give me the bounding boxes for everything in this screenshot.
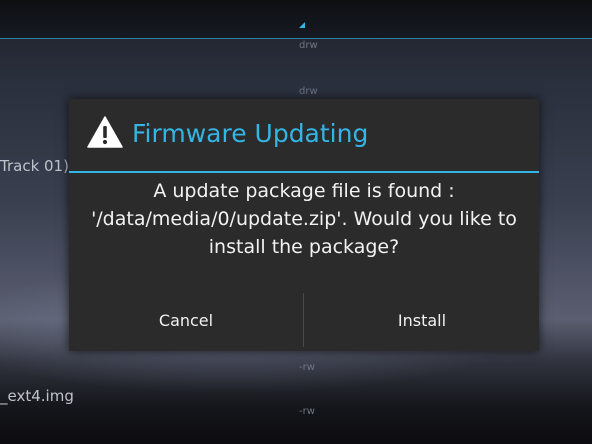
dialog-title: Firmware Updating: [132, 119, 369, 148]
cancel-button[interactable]: Cancel: [69, 289, 303, 351]
dialog-button-bar: Cancel Install: [69, 289, 539, 351]
title-divider: [69, 171, 539, 173]
button-divider: [303, 293, 304, 347]
firmware-update-dialog: Firmware Updating A update package file …: [69, 99, 539, 351]
screen: drw drw Track 01) -rw _ext4.img -rw Firm…: [0, 0, 592, 444]
install-button[interactable]: Install: [305, 289, 539, 351]
permission-text: -rw: [299, 406, 315, 417]
permission-text: -rw: [299, 362, 315, 373]
dropdown-indicator-icon: [299, 22, 305, 28]
file-label[interactable]: Track 01): [0, 157, 69, 175]
file-label[interactable]: _ext4.img: [0, 387, 74, 405]
warning-icon: [87, 116, 123, 148]
dialog-header: Firmware Updating: [69, 99, 539, 171]
permission-text: drw: [299, 86, 318, 97]
permission-text: drw: [299, 40, 318, 51]
dialog-message: A update package file is found : '/data/…: [91, 180, 517, 258]
top-action-bar: [0, 0, 592, 39]
